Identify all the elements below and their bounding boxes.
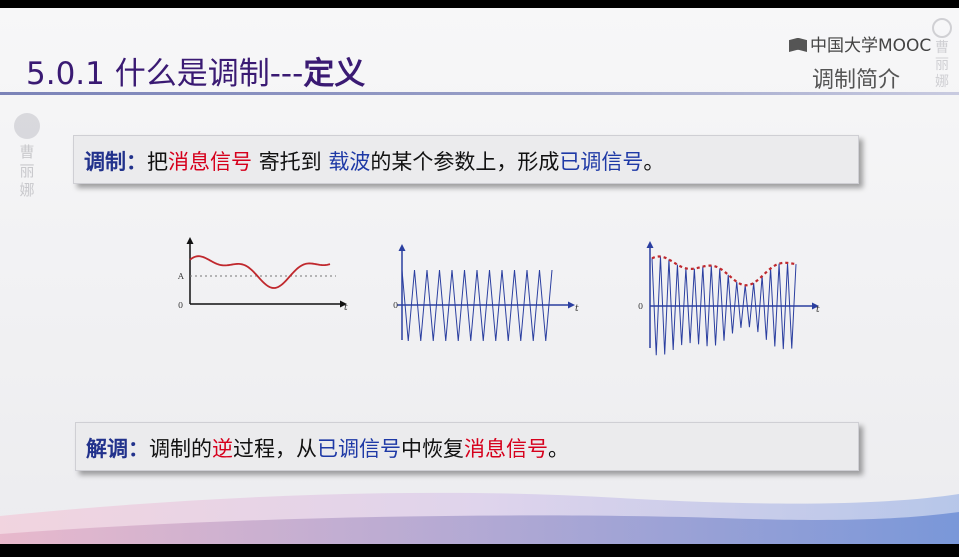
decorative-wave	[0, 492, 959, 544]
bottom-bar	[0, 544, 959, 557]
slide: 5.0.1 什么是调制---定义 中国大学MOOC 调制简介 曹丽娜 曹丽娜 调…	[0, 8, 959, 544]
demodulation-text-3: 中恢复	[401, 437, 464, 461]
demod-message-signal-text: 消息信号	[464, 437, 548, 461]
demod-modulated-signal-text: 已调信号	[317, 437, 401, 461]
carrier-x-axis-head	[568, 301, 575, 309]
demodulation-text-2: 过程，从	[233, 437, 317, 461]
carrier-origin-label: 0	[393, 301, 398, 310]
message-origin-label: 0	[178, 301, 183, 310]
message-level-label: A	[177, 272, 184, 281]
message-curve	[189, 255, 331, 289]
demodulation-box: 解调：调制的逆过程，从已调信号中恢复消息信号。	[75, 422, 859, 471]
message-y-axis-head	[186, 237, 194, 244]
carrier-axis-label: t	[575, 304, 579, 314]
inverse-text: 逆	[212, 437, 233, 461]
demodulation-term: 解调：	[86, 437, 149, 461]
demodulation-text-4: 。	[548, 437, 569, 461]
modulated-origin-label: 0	[638, 302, 643, 311]
modulated-y-axis-head	[646, 241, 654, 248]
demodulation-text-1: 调制的	[149, 437, 212, 461]
carrier-y-axis-head	[398, 244, 406, 251]
modulated-envelope	[651, 255, 797, 287]
modulated-axis-label: t	[816, 305, 820, 315]
message-axis-label: t	[344, 303, 348, 313]
